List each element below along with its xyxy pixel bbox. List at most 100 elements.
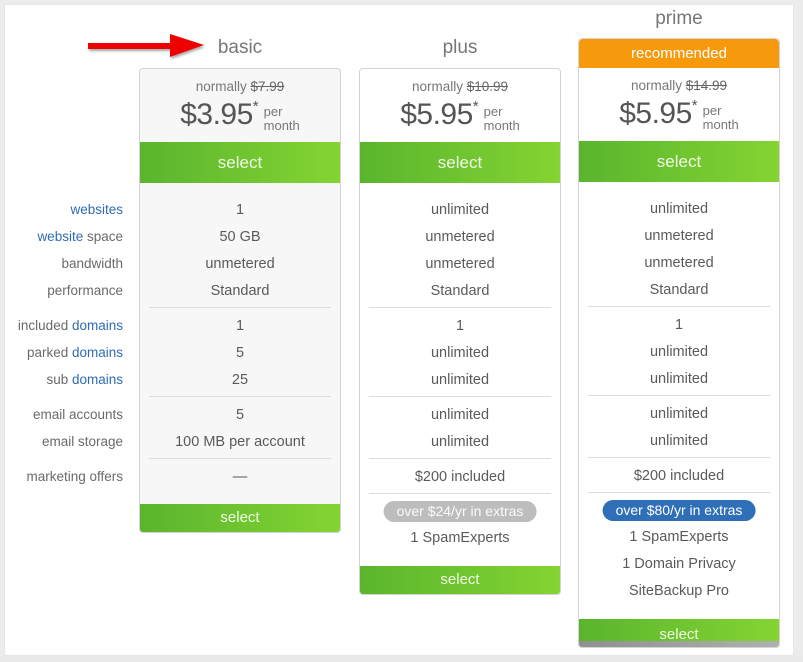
value-marketing-offers: $200 included (633, 468, 725, 484)
price-box: normally $10.99 $5.95 * per month (360, 69, 560, 142)
value-parked-domains: 5 (235, 345, 245, 361)
value-parked-domains: unlimited (649, 344, 709, 360)
normal-price: normally $7.99 (140, 79, 340, 94)
month-label: month (483, 118, 520, 133)
value-websites: 1 (235, 202, 245, 218)
divider (149, 396, 331, 397)
label-sub-domains: sub domains (0, 371, 123, 389)
strikethrough-price: $14.99 (685, 78, 728, 93)
strikethrough-price: $7.99 (250, 79, 285, 94)
divider (149, 458, 331, 459)
price: $5.95 (619, 97, 692, 130)
page-edge (794, 0, 803, 662)
per-label: per (702, 103, 722, 118)
select-button-plus[interactable]: select (360, 142, 560, 183)
label-bandwidth: bandwidth (61, 256, 123, 271)
divider (369, 307, 551, 308)
value-performance: Standard (210, 283, 270, 299)
extra-item: SiteBackup Pro (629, 583, 729, 599)
plan-name-prime: prime (655, 8, 703, 29)
value-included-domains: 1 (235, 318, 245, 334)
value-email-storage: 100 MB per account (175, 434, 305, 450)
page-edge-bottom (0, 656, 803, 662)
value-included-domains: 1 (674, 317, 684, 333)
label-included-domains: included domains (0, 317, 123, 335)
domains-link[interactable]: domains (72, 372, 123, 387)
website-link[interactable]: website (37, 229, 83, 244)
value-bandwidth: unmetered (425, 256, 495, 272)
features: unlimited unmetered unmetered Standard 1… (579, 182, 779, 621)
label-websites: websites (0, 201, 123, 219)
select-button-prime-bottom[interactable]: select (579, 619, 779, 641)
label-text: parked (26, 345, 72, 360)
extra-item: 1 Domain Privacy (622, 556, 736, 572)
per-label: per (263, 104, 283, 119)
value-performance: Standard (649, 282, 709, 298)
button-shadow-bar (579, 641, 779, 647)
plan-name-basic: basic (217, 37, 263, 58)
divider (588, 457, 770, 458)
month-label: month (702, 117, 739, 132)
domains-link[interactable]: domains (72, 345, 123, 360)
label-text: included (17, 318, 72, 333)
value-sub-domains: unlimited (430, 372, 490, 388)
value-sub-domains: unlimited (649, 371, 709, 387)
per-month: per month (703, 104, 739, 132)
label-text: sub (46, 372, 72, 387)
label-text: space (83, 229, 123, 244)
value-bandwidth: unmetered (644, 255, 714, 271)
price-box: normally $14.99 $5.95 * per month (579, 68, 779, 141)
divider (149, 307, 331, 308)
price-line: $5.95 * per month (360, 97, 560, 133)
normally-label: normally (195, 79, 247, 94)
value-marketing-offers: $200 included (414, 469, 506, 485)
normal-price: normally $10.99 (360, 79, 560, 94)
price-box: normally $7.99 $3.95 * per month (140, 69, 340, 142)
label-email-accounts: email accounts (32, 407, 123, 422)
normal-price: normally $14.99 (579, 78, 779, 93)
per-label: per (483, 104, 503, 119)
value-included-domains: 1 (455, 318, 465, 334)
select-button-prime[interactable]: select (579, 141, 779, 182)
divider (588, 395, 770, 396)
label-parked-domains: parked domains (0, 344, 123, 362)
value-email-accounts: unlimited (430, 407, 490, 423)
extra-item: 1 SpamExperts (629, 529, 729, 545)
value-website-space: unmetered (644, 228, 714, 244)
strikethrough-price: $10.99 (466, 79, 509, 94)
price: $3.95 (180, 98, 253, 131)
per-month: per month (264, 105, 300, 133)
features: unlimited unmetered unmetered Standard 1… (360, 183, 560, 568)
value-parked-domains: unlimited (430, 345, 490, 361)
divider (588, 492, 770, 493)
price: $5.95 (400, 98, 473, 131)
select-button-basic[interactable]: select (140, 142, 340, 183)
label-email-storage: email storage (41, 434, 123, 449)
month-label: month (263, 118, 300, 133)
divider (369, 458, 551, 459)
value-website-space: unmetered (425, 229, 495, 245)
websites-link[interactable]: websites (70, 202, 123, 217)
per-month: per month (484, 105, 520, 133)
value-sub-domains: 25 (231, 372, 249, 388)
select-button-plus-bottom[interactable]: select (360, 566, 560, 594)
divider (588, 306, 770, 307)
divider (369, 493, 551, 494)
value-performance: Standard (430, 283, 490, 299)
label-performance: performance (47, 283, 123, 298)
plan-card-basic: normally $7.99 $3.95 * per month select 1… (139, 68, 341, 533)
label-website-space: website space (0, 228, 123, 246)
value-email-storage: unlimited (430, 434, 490, 450)
plan-card-plus: normally $10.99 $5.95 * per month select … (359, 68, 561, 595)
price-line: $5.95 * per month (579, 96, 779, 132)
price-asterisk: * (472, 98, 479, 115)
normally-label: normally (411, 79, 463, 94)
select-button-basic-bottom[interactable]: select (140, 504, 340, 532)
normally-label: normally (630, 78, 682, 93)
domains-link[interactable]: domains (72, 318, 123, 333)
value-email-storage: unlimited (649, 433, 709, 449)
divider (369, 396, 551, 397)
value-bandwidth: unmetered (205, 256, 275, 272)
value-email-accounts: unlimited (649, 406, 709, 422)
value-marketing-offers: — (232, 469, 248, 485)
